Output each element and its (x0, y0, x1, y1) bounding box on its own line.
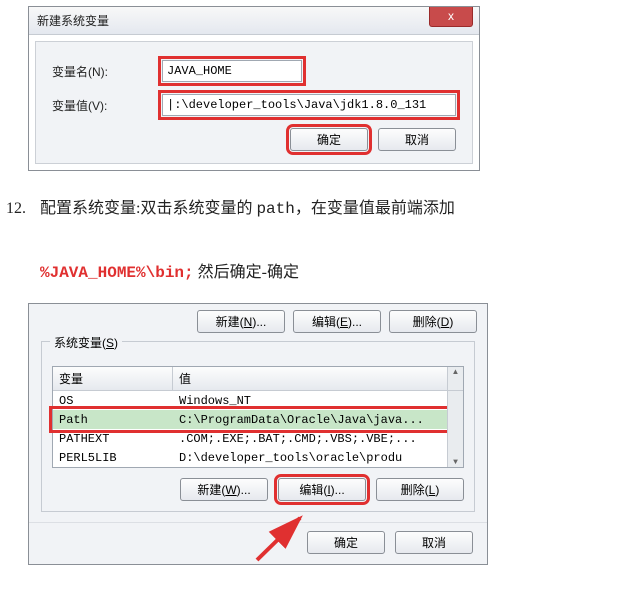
system-var-buttons-row: 新建(W)... 编辑(I)... 删除(L) (52, 478, 464, 501)
step-text-2: 然后确定-确定 (194, 264, 299, 281)
scrollbar[interactable]: ▲ (447, 367, 463, 390)
row-name: PERL5LIB (53, 448, 173, 467)
dialog-body: 变量名(N): 变量值(V): 确定 取消 (35, 41, 473, 164)
variable-name-highlight (162, 60, 302, 82)
row-value: .COM;.EXE;.BAT;.CMD;.VBS;.VBE;... (173, 429, 447, 448)
dialog2-cancel-button[interactable]: 取消 (395, 531, 473, 554)
table-row[interactable]: OS Windows_NT (53, 391, 447, 410)
row-name: PATHEXT (53, 429, 173, 448)
ok-button[interactable]: 确定 (290, 128, 368, 151)
dialog2-bottom-buttons: 确定 取消 (29, 522, 487, 564)
scroll-up-icon: ▲ (448, 367, 463, 376)
table-body: OS Windows_NT Path C:\ProgramData\Oracle… (53, 391, 463, 467)
user-new-label: 新建(N)... (216, 313, 267, 330)
col-value: 值 (173, 367, 447, 390)
step-body: 配置系统变量:双击系统变量的 path，在变量值最前端添加 %JAVA_HOME… (40, 193, 633, 289)
user-delete-button[interactable]: 删除(D) (389, 310, 477, 333)
row-name: OS (53, 391, 173, 410)
sys-delete-label: 删除(L) (401, 481, 440, 498)
user-edit-label: 编辑(E)... (312, 313, 362, 330)
cancel-button[interactable]: 取消 (378, 128, 456, 151)
new-system-variable-dialog: 新建系统变量 x 变量名(N): 变量值(V): 确定 取消 (28, 6, 480, 171)
step-path-word: path (256, 200, 294, 218)
sys-new-button[interactable]: 新建(W)... (180, 478, 268, 501)
table-row[interactable]: PERL5LIB D:\developer_tools\oracle\produ (53, 448, 447, 467)
variable-name-row: 变量名(N): (52, 60, 456, 82)
user-var-buttons-row: 新建(N)... 编辑(E)... 删除(D) (29, 304, 487, 333)
step-text-post: ，在变量值最前端添加 (295, 200, 455, 217)
scroll-down-icon: ▼ (448, 458, 463, 467)
table-row[interactable]: PATHEXT .COM;.EXE;.BAT;.CMD;.VBS;.VBE;..… (53, 429, 447, 448)
variable-value-row: 变量值(V): (52, 94, 456, 116)
sys-delete-button[interactable]: 删除(L) (376, 478, 464, 501)
user-new-button[interactable]: 新建(N)... (197, 310, 285, 333)
system-variables-panel: 新建(N)... 编辑(E)... 删除(D) 系统变量(S) 变量 值 ▲ O… (28, 303, 488, 565)
table-row-path[interactable]: Path C:\ProgramData\Oracle\Java\java... (53, 410, 447, 429)
dialog2-ok-button[interactable]: 确定 (307, 531, 385, 554)
variable-value-label: 变量值(V): (52, 97, 162, 114)
system-variables-group: 系统变量(S) 变量 值 ▲ OS Windows_NT Path (41, 341, 475, 512)
sys-new-label: 新建(W)... (197, 481, 250, 498)
col-variable: 变量 (53, 367, 173, 390)
sys-edit-label: 编辑(I)... (299, 481, 344, 498)
row-value: Windows_NT (173, 391, 447, 410)
variable-value-highlight (162, 94, 456, 116)
variable-name-input[interactable] (162, 60, 302, 82)
dialog-titlebar: 新建系统变量 x (29, 7, 479, 35)
step-12: 12. 配置系统变量:双击系统变量的 path，在变量值最前端添加 %JAVA_… (6, 193, 633, 289)
user-delete-label: 删除(D) (413, 313, 454, 330)
user-edit-button[interactable]: 编辑(E)... (293, 310, 381, 333)
system-variables-table: 变量 值 ▲ OS Windows_NT Path C:\ProgramData… (52, 366, 464, 468)
row-name: Path (53, 410, 173, 429)
step-red-code: %JAVA_HOME%\bin; (40, 264, 194, 282)
scrollbar-body[interactable]: ▼ (447, 391, 463, 467)
row-value: C:\ProgramData\Oracle\Java\java... (173, 410, 447, 429)
dialog1-buttons: 确定 取消 (52, 128, 456, 151)
step-text-pre: 配置系统变量:双击系统变量的 (40, 200, 256, 217)
step-number: 12. (6, 193, 32, 289)
close-icon[interactable]: x (429, 7, 473, 27)
table-header: 变量 值 ▲ (53, 367, 463, 391)
row-value: D:\developer_tools\oracle\produ (173, 448, 447, 467)
dialog-title: 新建系统变量 (37, 12, 109, 29)
variable-name-label: 变量名(N): (52, 63, 162, 80)
variable-value-input[interactable] (162, 94, 456, 116)
system-variables-group-title: 系统变量(S) (50, 334, 122, 351)
sys-edit-button[interactable]: 编辑(I)... (278, 478, 366, 501)
